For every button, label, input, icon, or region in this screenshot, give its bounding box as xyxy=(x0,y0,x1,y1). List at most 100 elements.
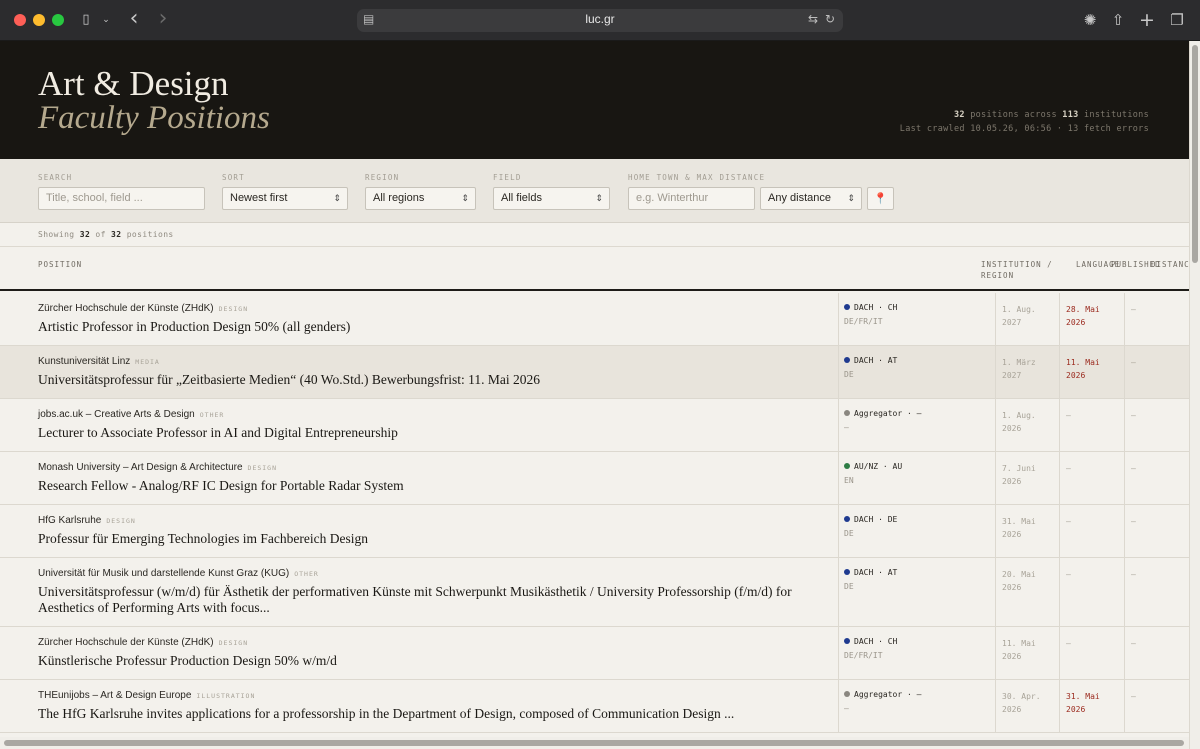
position-title[interactable]: Künstlerische Professur Production Desig… xyxy=(38,653,833,669)
languages: DE xyxy=(844,582,854,591)
scrollbar-thumb[interactable] xyxy=(4,740,1184,746)
zoom-window-button[interactable] xyxy=(52,14,64,26)
published-cell: 31. Mai 2026 xyxy=(996,505,1060,557)
field-tag: OTHER xyxy=(294,570,319,578)
published-date: 1. Aug. 2027 xyxy=(1002,305,1036,327)
region-dot-icon xyxy=(844,638,850,644)
deadline-date: 28. Mai 2026 xyxy=(1066,305,1100,327)
region-label: Aggregator · — xyxy=(844,409,921,418)
position-title[interactable]: Universitätsprofessur (w/m/d) für Ästhet… xyxy=(38,584,833,616)
deadline-date: — xyxy=(1066,411,1071,420)
region-select[interactable]: All regions ⇕ xyxy=(365,187,476,210)
table-row[interactable]: THEunijobs – Art & Design Europe ILLUSTRA… xyxy=(0,680,1189,733)
close-window-button[interactable] xyxy=(14,14,26,26)
extensions-icon[interactable]: ✺ xyxy=(1081,10,1099,30)
result-count: Showing 32 of 32 positions xyxy=(0,223,1189,247)
table-row[interactable]: jobs.ac.uk – Creative Arts & Design OTHER… xyxy=(0,399,1189,452)
position-title[interactable]: Universitätsprofessur für „Zeitbasierte … xyxy=(38,372,833,388)
table-row[interactable]: Monash University – Art Design & Archite… xyxy=(0,452,1189,505)
published-date: 30. Apr. 2026 xyxy=(1002,692,1041,714)
published-cell: 20. Mai 2026 xyxy=(996,558,1060,626)
region-dot-icon xyxy=(844,463,850,469)
region-label: DACH · AT xyxy=(844,568,897,577)
field-tag: DESIGN xyxy=(218,639,249,647)
published-date: 31. Mai 2026 xyxy=(1002,517,1036,539)
field-select[interactable]: All fields ⇕ xyxy=(493,187,610,210)
institution-name: Monash University – Art Design & Archite… xyxy=(38,462,278,473)
new-tab-icon[interactable]: + xyxy=(1139,10,1155,30)
forward-button[interactable]: › xyxy=(155,8,171,30)
home-town-input[interactable]: e.g. Winterthur xyxy=(628,187,755,210)
deadline-cell: — xyxy=(1060,452,1125,504)
tab-overview-icon[interactable]: ❐ xyxy=(1168,10,1186,30)
column-institution-region[interactable]: INSTITUTION / REGION xyxy=(981,259,1061,281)
field-tag: MEDIA xyxy=(135,358,160,366)
region-dot-icon xyxy=(844,357,850,363)
deadline-cell: — xyxy=(1060,505,1125,557)
deadline-date: 11. Mai 2026 xyxy=(1066,358,1100,380)
position-cell: HfG Karlsruhe DESIGN Professur für Emergin… xyxy=(0,505,839,557)
languages: EN xyxy=(844,476,854,485)
published-date: 7. Juni 2026 xyxy=(1002,464,1036,486)
position-title[interactable]: Lecturer to Associate Professor in AI an… xyxy=(38,425,833,441)
last-crawled: Last crawled 10.05.26, 06:56 · 13 fetch … xyxy=(899,124,1149,134)
horizontal-scrollbar[interactable] xyxy=(0,737,1189,749)
published-date: 1. Aug. 2026 xyxy=(1002,411,1036,433)
location-pin-button[interactable]: 📍 xyxy=(867,187,894,210)
search-input[interactable]: Title, school, field ... xyxy=(38,187,205,210)
position-title[interactable]: The HfG Karlsruhe invites applications f… xyxy=(38,706,833,722)
region-dot-icon xyxy=(844,516,850,522)
position-title[interactable]: Professur für Emerging Technologies im F… xyxy=(38,531,833,547)
institution-name: Zürcher Hochschule der Künste (ZHdK) DESI… xyxy=(38,303,249,314)
institution-name: jobs.ac.uk – Creative Arts & Design OTHER xyxy=(38,409,225,420)
distance-select[interactable]: Any distance ⇕ xyxy=(760,187,862,210)
distance-cell: — xyxy=(1125,399,1189,451)
position-title[interactable]: Research Fellow - Analog/RF IC Design fo… xyxy=(38,478,833,494)
minimize-window-button[interactable] xyxy=(33,14,45,26)
published-cell: 30. Apr. 2026 xyxy=(996,680,1060,732)
table-row[interactable]: HfG Karlsruhe DESIGN Professur für Emergin… xyxy=(0,505,1189,558)
chevron-down-icon[interactable]: ⌄ xyxy=(100,10,112,30)
sidebar-toggle-icon[interactable]: ▯ xyxy=(76,10,96,30)
languages: DE/FR/IT xyxy=(844,651,883,660)
vertical-scrollbar[interactable] xyxy=(1189,41,1200,749)
deadline-date: — xyxy=(1066,464,1071,473)
share-icon[interactable]: ⇧ xyxy=(1110,10,1126,30)
deadline-date: 31. Mai 2026 xyxy=(1066,692,1100,714)
region-label: Aggregator · — xyxy=(844,690,921,699)
address-bar[interactable]: ▤ luc.gr ⇆ ↻ xyxy=(357,9,843,32)
page-header: Art & Design Faculty Positions 32 positi… xyxy=(0,41,1189,159)
column-position[interactable]: POSITION xyxy=(38,259,82,270)
positions-count: 32 xyxy=(953,110,965,120)
field-label: FIELD xyxy=(493,173,522,182)
distance-value: — xyxy=(1131,517,1136,526)
translate-icon[interactable]: ⇆ xyxy=(808,12,818,26)
field-tag: DESIGN xyxy=(218,305,249,313)
distance-cell: — xyxy=(1125,680,1189,732)
region-label: AU/NZ · AU xyxy=(844,462,902,471)
table-row[interactable]: Zürcher Hochschule der Künste (ZHdK) DESI… xyxy=(0,627,1189,680)
sort-select[interactable]: Newest first ⇕ xyxy=(222,187,348,210)
languages: DE/FR/IT xyxy=(844,317,883,326)
position-cell: Universität für Musik und darstellende K… xyxy=(0,558,839,626)
table-row[interactable]: Zürcher Hochschule der Künste (ZHdK) DESI… xyxy=(0,293,1189,346)
table-row[interactable]: Universität für Musik und darstellende K… xyxy=(0,558,1189,627)
position-title[interactable]: Artistic Professor in Production Design … xyxy=(38,319,833,335)
distance-cell: — xyxy=(1125,627,1189,679)
reload-icon[interactable]: ↻ xyxy=(825,12,835,26)
home-town-label: HOME TOWN & MAX DISTANCE xyxy=(628,173,766,182)
distance-value: — xyxy=(1131,639,1136,648)
chevron-updown-icon: ⇕ xyxy=(333,193,341,203)
published-cell: 7. Juni 2026 xyxy=(996,452,1060,504)
deadline-date: — xyxy=(1066,570,1071,579)
table-row[interactable]: Kunstuniversität Linz MEDIA Universitätspr… xyxy=(0,346,1189,399)
region-label: DACH · CH xyxy=(844,303,897,312)
deadline-date: — xyxy=(1066,639,1071,648)
scrollbar-thumb[interactable] xyxy=(1192,45,1198,263)
chevron-updown-icon: ⇕ xyxy=(847,193,855,203)
published-cell: 1. Aug. 2026 xyxy=(996,399,1060,451)
back-button[interactable]: ‹ xyxy=(126,8,142,30)
published-date: 11. Mai 2026 xyxy=(1002,639,1036,661)
deadline-cell: 11. Mai 2026 xyxy=(1060,346,1125,398)
institution-name: THEunijobs – Art & Design Europe ILLUSTRA… xyxy=(38,690,256,701)
